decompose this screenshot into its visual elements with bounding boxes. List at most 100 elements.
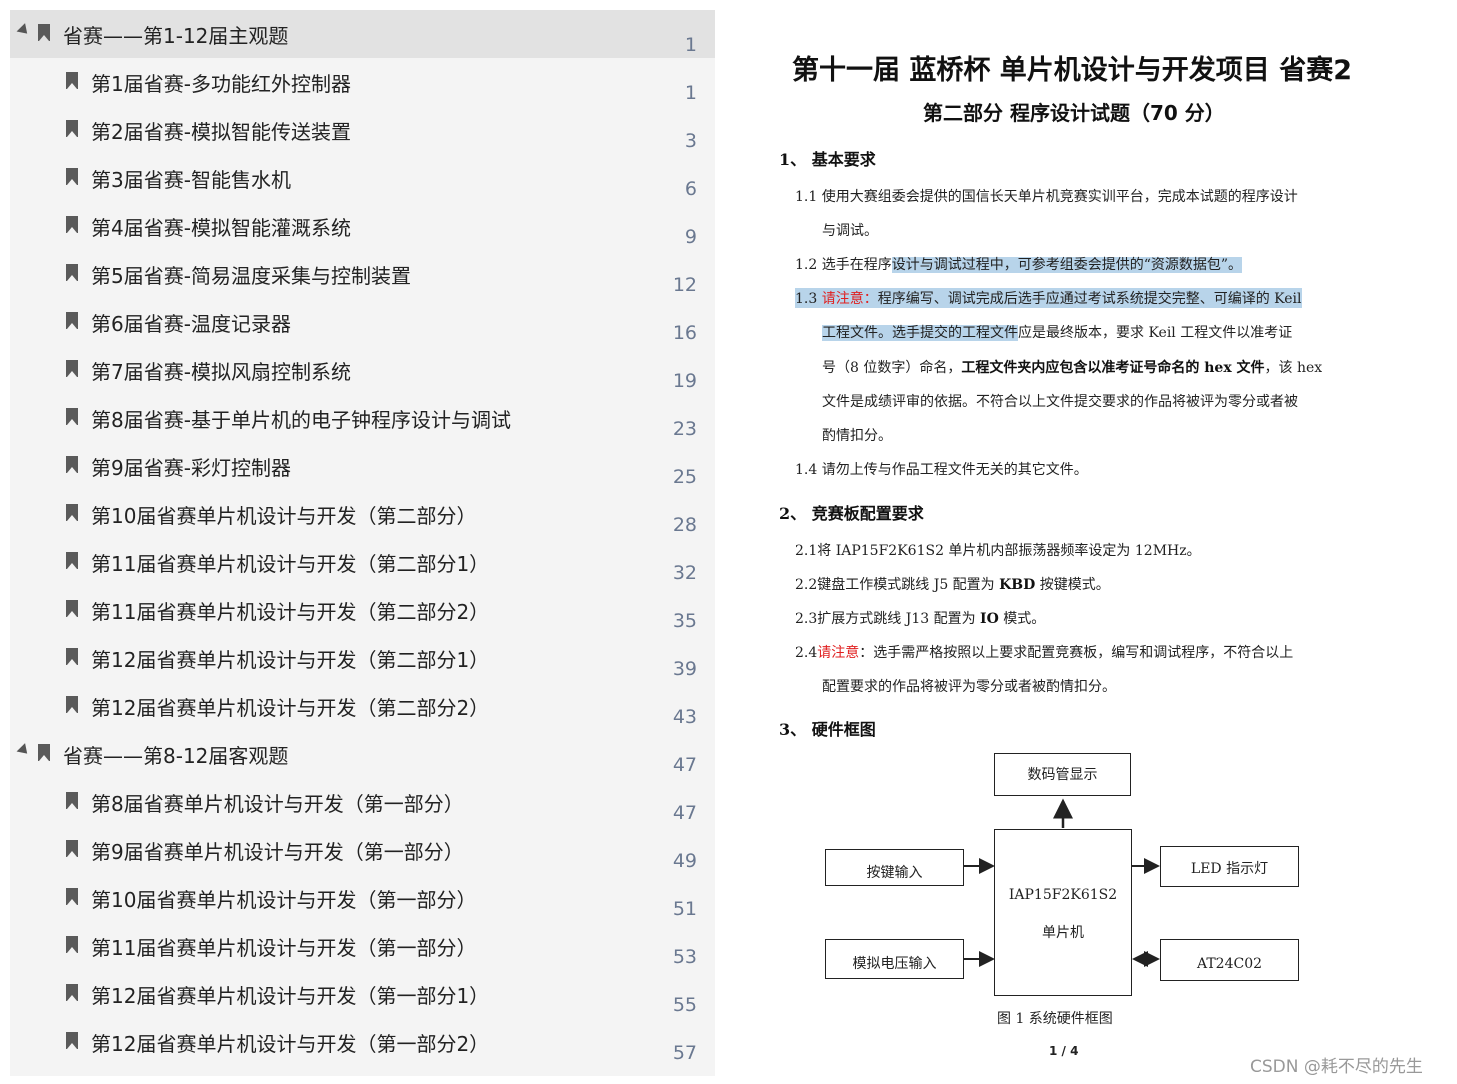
bookmark-page-number: 49 bbox=[672, 850, 697, 872]
bookmark-item[interactable]: 第8届省赛-基于单片机的电子钟程序设计与调试 23 bbox=[10, 394, 715, 442]
bookmark-page-number: 9 bbox=[684, 226, 697, 248]
bookmark-label: 第10届省赛单片机设计与开发（第二部分） bbox=[91, 504, 477, 528]
bookmark-page-number: 1 bbox=[684, 34, 697, 56]
bookmark-icon bbox=[66, 696, 78, 713]
pdf-page: 第十一届 蓝桥杯 单片机设计与开发项目 省赛2 第二部分 程序设计试题（70 分… bbox=[715, 0, 1457, 1084]
bookmark-item[interactable]: 第4届省赛-模拟智能灌溉系统 9 bbox=[10, 202, 715, 250]
bookmark-icon bbox=[38, 744, 50, 761]
bookmark-item[interactable]: 第9届省赛-彩灯控制器 25 bbox=[10, 442, 715, 490]
bookmark-page-number: 43 bbox=[672, 706, 697, 728]
bookmark-item[interactable]: 第2届省赛-模拟智能传送装置 3 bbox=[10, 106, 715, 154]
bookmark-icon bbox=[66, 456, 78, 473]
bookmark-item[interactable]: 省赛——第1-12届主观题 1 bbox=[10, 10, 715, 58]
bookmark-item[interactable]: 第11届省赛单片机设计与开发（第二部分2） 35 bbox=[10, 586, 715, 634]
bookmark-item[interactable]: 第1届省赛-多功能红外控制器 1 bbox=[10, 58, 715, 106]
bookmark-label: 第2届省赛-模拟智能传送装置 bbox=[91, 120, 351, 144]
bookmark-page-number: 55 bbox=[672, 994, 697, 1016]
bookmark-icon bbox=[66, 552, 78, 569]
bookmark-label: 第9届省赛-彩灯控制器 bbox=[91, 456, 291, 480]
bookmark-label: 第12届省赛单片机设计与开发（第一部分1） bbox=[91, 984, 490, 1008]
bookmark-item[interactable]: 第12届省赛单片机设计与开发（第二部分2） 43 bbox=[10, 682, 715, 730]
bookmark-label: 第6届省赛-温度记录器 bbox=[91, 312, 291, 336]
bookmark-item[interactable]: 第6届省赛-温度记录器 16 bbox=[10, 298, 715, 346]
bookmark-label: 第1届省赛-多功能红外控制器 bbox=[91, 72, 351, 96]
bookmark-page-number: 12 bbox=[672, 274, 697, 296]
bookmark-icon bbox=[66, 840, 78, 857]
bookmark-page-number: 57 bbox=[672, 1042, 697, 1064]
bookmark-label: 第12届省赛单片机设计与开发（第二部分1） bbox=[91, 648, 490, 672]
bookmark-icon bbox=[66, 360, 78, 377]
bookmark-item[interactable]: 第11届省赛单片机设计与开发（第二部分1） 32 bbox=[10, 538, 715, 586]
bookmark-label: 第11届省赛单片机设计与开发（第二部分1） bbox=[91, 552, 490, 576]
block-analog: 模拟电压输入 bbox=[825, 939, 964, 979]
bookmark-page-number: 32 bbox=[672, 562, 697, 584]
bookmark-label: 第11届省赛单片机设计与开发（第一部分） bbox=[91, 936, 477, 960]
bookmark-page-number: 23 bbox=[672, 418, 697, 440]
bookmark-label: 第12届省赛单片机设计与开发（第一部分2） bbox=[91, 1032, 490, 1056]
watermark: CSDN @耗不尽的先生 bbox=[1250, 1057, 1423, 1077]
mcu-model: IAP15F2K61S2 bbox=[1008, 887, 1118, 903]
bookmark-item[interactable]: 省赛——第8-12届客观题 47 bbox=[10, 730, 715, 778]
bookmark-page-number: 16 bbox=[672, 322, 697, 344]
bookmark-page-number: 19 bbox=[672, 370, 697, 392]
bookmark-icon bbox=[66, 600, 78, 617]
bookmark-label: 第11届省赛单片机设计与开发（第二部分2） bbox=[91, 600, 490, 624]
bookmark-label: 第8届省赛单片机设计与开发（第一部分） bbox=[91, 792, 464, 816]
bookmark-icon bbox=[66, 792, 78, 809]
bookmark-page-number: 6 bbox=[684, 178, 697, 200]
bookmark-page-number: 35 bbox=[672, 610, 697, 632]
bookmark-icon bbox=[66, 120, 78, 137]
bookmark-label: 第7届省赛-模拟风扇控制系统 bbox=[91, 360, 351, 384]
bookmark-label: 第12届省赛单片机设计与开发（第二部分2） bbox=[91, 696, 490, 720]
bookmark-page-number: 3 bbox=[684, 130, 697, 152]
bookmark-label: 省赛——第8-12届客观题 bbox=[63, 744, 289, 768]
bookmark-item[interactable]: 第10届省赛单片机设计与开发（第一部分） 51 bbox=[10, 874, 715, 922]
block-eeprom: AT24C02 bbox=[1160, 939, 1299, 981]
expand-toggle-icon[interactable] bbox=[16, 743, 32, 758]
bookmark-item[interactable]: 第12届省赛单片机设计与开发（第一部分2） 57 bbox=[10, 1018, 715, 1066]
bookmark-label: 第8届省赛-基于单片机的电子钟程序设计与调试 bbox=[91, 408, 511, 432]
expand-toggle-icon[interactable] bbox=[16, 23, 32, 38]
bookmark-icon bbox=[66, 1032, 78, 1049]
bookmark-label: 第4届省赛-模拟智能灌溉系统 bbox=[91, 216, 351, 240]
bookmark-icon bbox=[38, 24, 50, 41]
bookmark-page-number: 51 bbox=[672, 898, 697, 920]
bookmark-icon bbox=[66, 984, 78, 1001]
bookmark-icon bbox=[66, 408, 78, 425]
bookmark-item[interactable]: 第9届省赛单片机设计与开发（第一部分） 49 bbox=[10, 826, 715, 874]
bookmark-page-number: 25 bbox=[672, 466, 697, 488]
bookmark-label: 第10届省赛单片机设计与开发（第一部分） bbox=[91, 888, 477, 912]
figure-caption: 图 1 系统硬件框图 bbox=[997, 1011, 1113, 1027]
bookmark-icon bbox=[66, 936, 78, 953]
bookmark-item[interactable]: 第11届省赛单片机设计与开发（第一部分） 53 bbox=[10, 922, 715, 970]
bookmark-page-number: 28 bbox=[672, 514, 697, 536]
bookmark-page-number: 47 bbox=[672, 754, 697, 776]
bookmark-page-number: 53 bbox=[672, 946, 697, 968]
block-led: LED 指示灯 bbox=[1160, 846, 1299, 887]
bookmark-icon bbox=[66, 216, 78, 233]
bookmark-item[interactable]: 第12届省赛单片机设计与开发（第一部分1） 55 bbox=[10, 970, 715, 1018]
bookmark-item[interactable]: 第7届省赛-模拟风扇控制系统 19 bbox=[10, 346, 715, 394]
bookmark-item[interactable]: 第5届省赛-简易温度采集与控制装置 12 bbox=[10, 250, 715, 298]
bookmark-icon bbox=[66, 168, 78, 185]
bookmark-label: 第9届省赛单片机设计与开发（第一部分） bbox=[91, 840, 464, 864]
bookmark-item[interactable]: 第3届省赛-智能售水机 6 bbox=[10, 154, 715, 202]
bookmark-icon bbox=[66, 312, 78, 329]
bookmark-label: 省赛——第1-12届主观题 bbox=[63, 24, 289, 48]
bookmark-page-number: 1 bbox=[684, 82, 697, 104]
bookmark-item[interactable]: 第12届省赛单片机设计与开发（第二部分1） 39 bbox=[10, 634, 715, 682]
bookmark-label: 第5届省赛-简易温度采集与控制装置 bbox=[91, 264, 411, 288]
bookmark-item[interactable]: 第8届省赛单片机设计与开发（第一部分） 47 bbox=[10, 778, 715, 826]
block-display: 数码管显示 bbox=[994, 753, 1131, 796]
bookmarks-panel: 省赛——第1-12届主观题 1 第1届省赛-多功能红外控制器 1 第2届省赛-模拟智能传… bbox=[10, 10, 715, 1076]
bookmark-icon bbox=[66, 648, 78, 665]
bookmark-icon bbox=[66, 72, 78, 89]
bookmark-label: 第3届省赛-智能售水机 bbox=[91, 168, 291, 192]
bookmark-item[interactable]: 第10届省赛单片机设计与开发（第二部分） 28 bbox=[10, 490, 715, 538]
bookmark-icon bbox=[66, 888, 78, 905]
block-mcu: IAP15F2K61S2 单片机 bbox=[994, 829, 1132, 996]
bookmark-page-number: 47 bbox=[672, 802, 697, 824]
bookmark-page-number: 39 bbox=[672, 658, 697, 680]
page-indicator: 1 / 4 bbox=[1049, 1044, 1079, 1058]
block-keys: 按键输入 bbox=[825, 849, 964, 886]
